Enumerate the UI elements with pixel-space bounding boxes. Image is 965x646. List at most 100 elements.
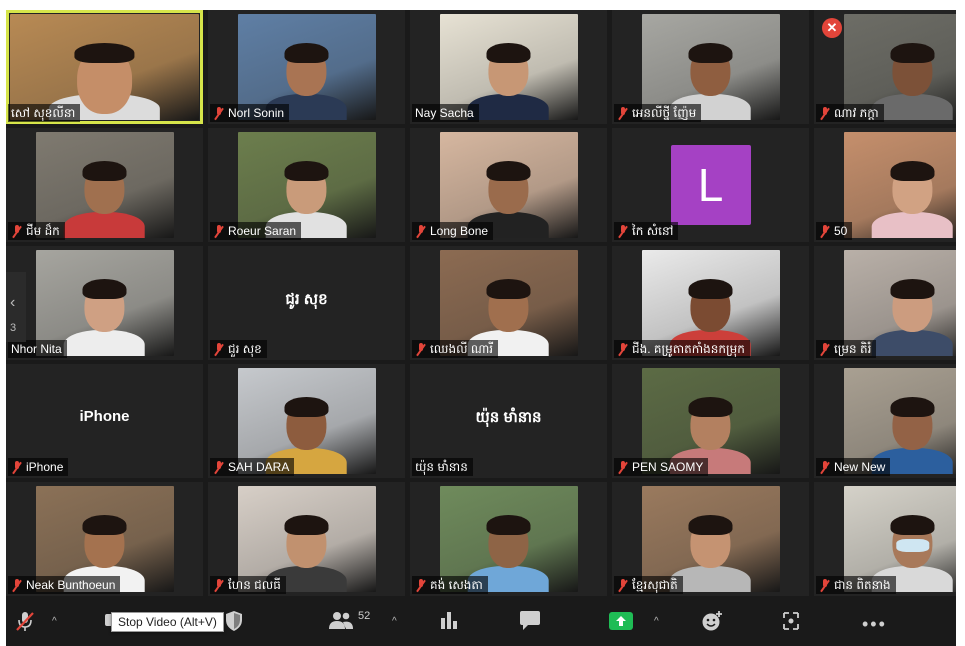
participant-tile[interactable]: Nay Sacha: [410, 10, 607, 124]
participant-name-label: Nhor Nita: [8, 340, 67, 358]
participant-tile[interactable]: Neak Bunthoeun: [6, 482, 203, 596]
participant-video: [843, 132, 956, 238]
mic-muted-icon: [617, 342, 629, 356]
participant-tile[interactable]: អេនលីថ្នី ញ៉ែម: [612, 10, 809, 124]
participant-name: Long Bone: [430, 224, 489, 238]
participant-tile[interactable]: 50: [814, 128, 956, 242]
avatar: L: [670, 145, 751, 225]
participant-name: Roeur Saran: [228, 224, 297, 238]
mic-muted-icon: [415, 578, 427, 592]
participant-display-name: iPhone: [79, 408, 130, 425]
mic-muted-icon: [11, 578, 23, 592]
participant-name-label: ណាវ ភក្តា: [816, 104, 884, 122]
participant-tile[interactable]: ហែន ជលធី: [208, 482, 405, 596]
participant-name: កៃ សំនៅ: [632, 224, 674, 238]
participant-display-name: យ៉ុន មាំនាន: [475, 409, 542, 426]
participant-name-label: Nay Sacha: [412, 104, 479, 122]
participant-tile[interactable]: គង់ សេងតា: [410, 482, 607, 596]
participant-name: ជីង. គម្រូតាតកាំងនកម្រុក: [632, 342, 745, 356]
participant-tile[interactable]: Long Bone: [410, 128, 607, 242]
participant-name-label: ជីម ដ៏ក: [8, 222, 65, 240]
participant-name: iPhone: [26, 460, 64, 474]
participant-name: PEN SAOMY: [632, 460, 704, 474]
participant-name: ខ្មែរសុជាតិ: [632, 578, 678, 592]
participant-name: សៅ សុខលីនា: [11, 106, 76, 120]
participant-name: ជីម ដ៏ក: [26, 224, 60, 238]
participant-tile[interactable]: ខ្មែរសុជាតិ: [612, 482, 809, 596]
participant-tile[interactable]: ជូរ សុខ ជួរ សុខ: [208, 246, 405, 360]
participant-name-label: ជួរ សុខ: [210, 340, 267, 358]
chevron-left-icon: ‹: [10, 294, 16, 311]
participant-tile[interactable]: Roeur Saran: [208, 128, 405, 242]
close-icon[interactable]: ✕: [822, 18, 842, 38]
reactions-button[interactable]: [700, 610, 724, 632]
participant-name-label: PEN SAOMY: [614, 458, 709, 476]
mute-button[interactable]: [14, 610, 36, 632]
participant-tile[interactable]: យ៉ុន មាំនាន យ៉ុន មាំនាន: [410, 364, 607, 478]
participant-name: New New: [834, 460, 886, 474]
security-button[interactable]: [224, 610, 244, 632]
participants-button[interactable]: 52: [328, 610, 370, 630]
participant-name: ជាន ពិតនាង: [834, 578, 891, 592]
participant-name-label: New New: [816, 458, 891, 476]
participant-tile[interactable]: សៅ សុខលីនា: [6, 10, 203, 124]
participant-name-label: អេនលីថ្នី ញ៉ែម: [614, 104, 702, 122]
participant-tile[interactable]: ✕ ណាវ ភក្តា: [814, 10, 956, 124]
chat-button[interactable]: [518, 610, 542, 632]
participant-name-label: Roeur Saran: [210, 222, 302, 240]
participant-name-label: Norl Sonin: [210, 104, 290, 122]
participant-tile[interactable]: New New: [814, 364, 956, 478]
chat-bubble-icon: [520, 611, 540, 630]
participant-tile[interactable]: ម្រេន តិរំ: [814, 246, 956, 360]
more-dots-icon: •••: [862, 614, 887, 634]
participant-tile[interactable]: ឈេងលី ណារី: [410, 246, 607, 360]
participant-tile[interactable]: L កៃ សំនៅ: [612, 128, 809, 242]
mic-muted-icon: [819, 106, 831, 120]
mic-muted-icon: [819, 578, 831, 592]
participant-name-label: SAH DARA: [210, 458, 295, 476]
participant-tile[interactable]: Nhor Nita: [6, 246, 203, 360]
participant-tile[interactable]: Norl Sonin: [208, 10, 405, 124]
participant-tile[interactable]: iPhone iPhone: [6, 364, 203, 478]
mic-muted-icon: [819, 460, 831, 474]
audio-options-caret[interactable]: ^: [52, 616, 57, 627]
mic-muted-icon: [819, 342, 831, 356]
participant-name-label: ខ្មែរសុជាតិ: [614, 576, 683, 594]
participant-name: 50: [834, 224, 848, 238]
mic-muted-icon: [617, 460, 629, 474]
mic-muted-icon: [213, 106, 225, 120]
participant-tile[interactable]: ជីម ដ៏ក: [6, 128, 203, 242]
apps-icon: [783, 612, 799, 630]
stop-video-tooltip: Stop Video (Alt+V): [111, 612, 224, 632]
more-button[interactable]: •••: [862, 614, 887, 635]
participant-tile[interactable]: ជាន ពិតនាង: [814, 482, 956, 596]
participant-name: ណាវ ភក្តា: [834, 106, 879, 120]
participants-icon: [329, 612, 353, 629]
share-screen-button[interactable]: [608, 610, 634, 632]
gallery-grid: សៅ សុខលីនា Norl Sonin Nay Sacha អេនលីថ្នី ញ…: [6, 10, 956, 602]
participant-tile[interactable]: SAH DARA: [208, 364, 405, 478]
smiley-plus-icon: [702, 611, 722, 631]
participant-name: ជួរ សុខ: [228, 342, 262, 356]
side-collapse-tab[interactable]: ‹ 3: [6, 272, 26, 342]
participant-name: គង់ សេងតា: [430, 578, 483, 592]
participants-options-caret[interactable]: ^: [392, 616, 397, 627]
share-options-caret[interactable]: ^: [654, 616, 659, 627]
participant-name-label: Neak Bunthoeun: [8, 576, 121, 594]
participant-name: Nay Sacha: [415, 106, 474, 120]
zoom-window: សៅ សុខលីនា Norl Sonin Nay Sacha អេនលីថ្នី ញ…: [6, 10, 956, 646]
shield-icon: [226, 611, 242, 631]
mic-muted-icon: [213, 578, 225, 592]
participant-tile[interactable]: ជីង. គម្រូតាតកាំងនកម្រុក: [612, 246, 809, 360]
participant-name-label: Long Bone: [412, 222, 494, 240]
participant-name-label: ជាន ពិតនាង: [816, 576, 896, 594]
participant-name-label: ជីង. គម្រូតាតកាំងនកម្រុក: [614, 340, 750, 358]
page-number: 3: [10, 322, 17, 334]
mic-muted-icon: [213, 460, 225, 474]
apps-button[interactable]: [780, 610, 802, 632]
participant-name: យ៉ុន មាំនាន: [415, 460, 468, 474]
polls-button[interactable]: [438, 610, 460, 630]
mic-muted-icon: [213, 224, 225, 238]
participant-name-label: iPhone: [8, 458, 69, 476]
participant-tile[interactable]: PEN SAOMY: [612, 364, 809, 478]
